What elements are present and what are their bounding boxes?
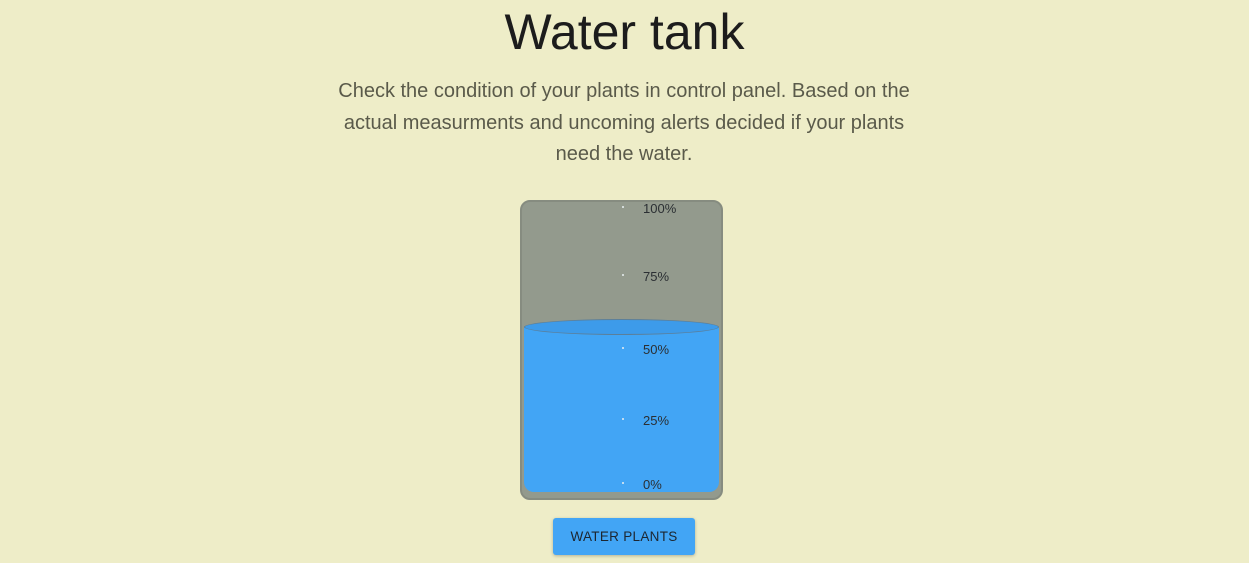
scale-mark-75 bbox=[622, 274, 624, 276]
water-tank-gauge: 100% 75% 50% 25% 0% bbox=[520, 200, 723, 500]
scale-mark-50 bbox=[622, 347, 624, 349]
scale-label-75: 75% bbox=[643, 269, 670, 284]
scale-label-50: 50% bbox=[643, 342, 670, 357]
water-tank-page: Water tank Check the condition of your p… bbox=[0, 0, 1249, 563]
water-surface bbox=[524, 319, 719, 335]
page-title: Water tank bbox=[504, 4, 745, 60]
water-plants-button[interactable]: WATER PLANTS bbox=[553, 518, 695, 555]
scale-mark-25 bbox=[622, 418, 624, 420]
scale-label-25: 25% bbox=[643, 413, 670, 428]
scale-mark-100 bbox=[622, 206, 624, 208]
scale-label-100: 100% bbox=[643, 201, 677, 216]
page-description: Check the condition of your plants in co… bbox=[338, 80, 910, 165]
water-level-fill bbox=[524, 327, 719, 492]
scale-label-0: 0% bbox=[643, 477, 662, 492]
scale-mark-0 bbox=[622, 482, 624, 484]
